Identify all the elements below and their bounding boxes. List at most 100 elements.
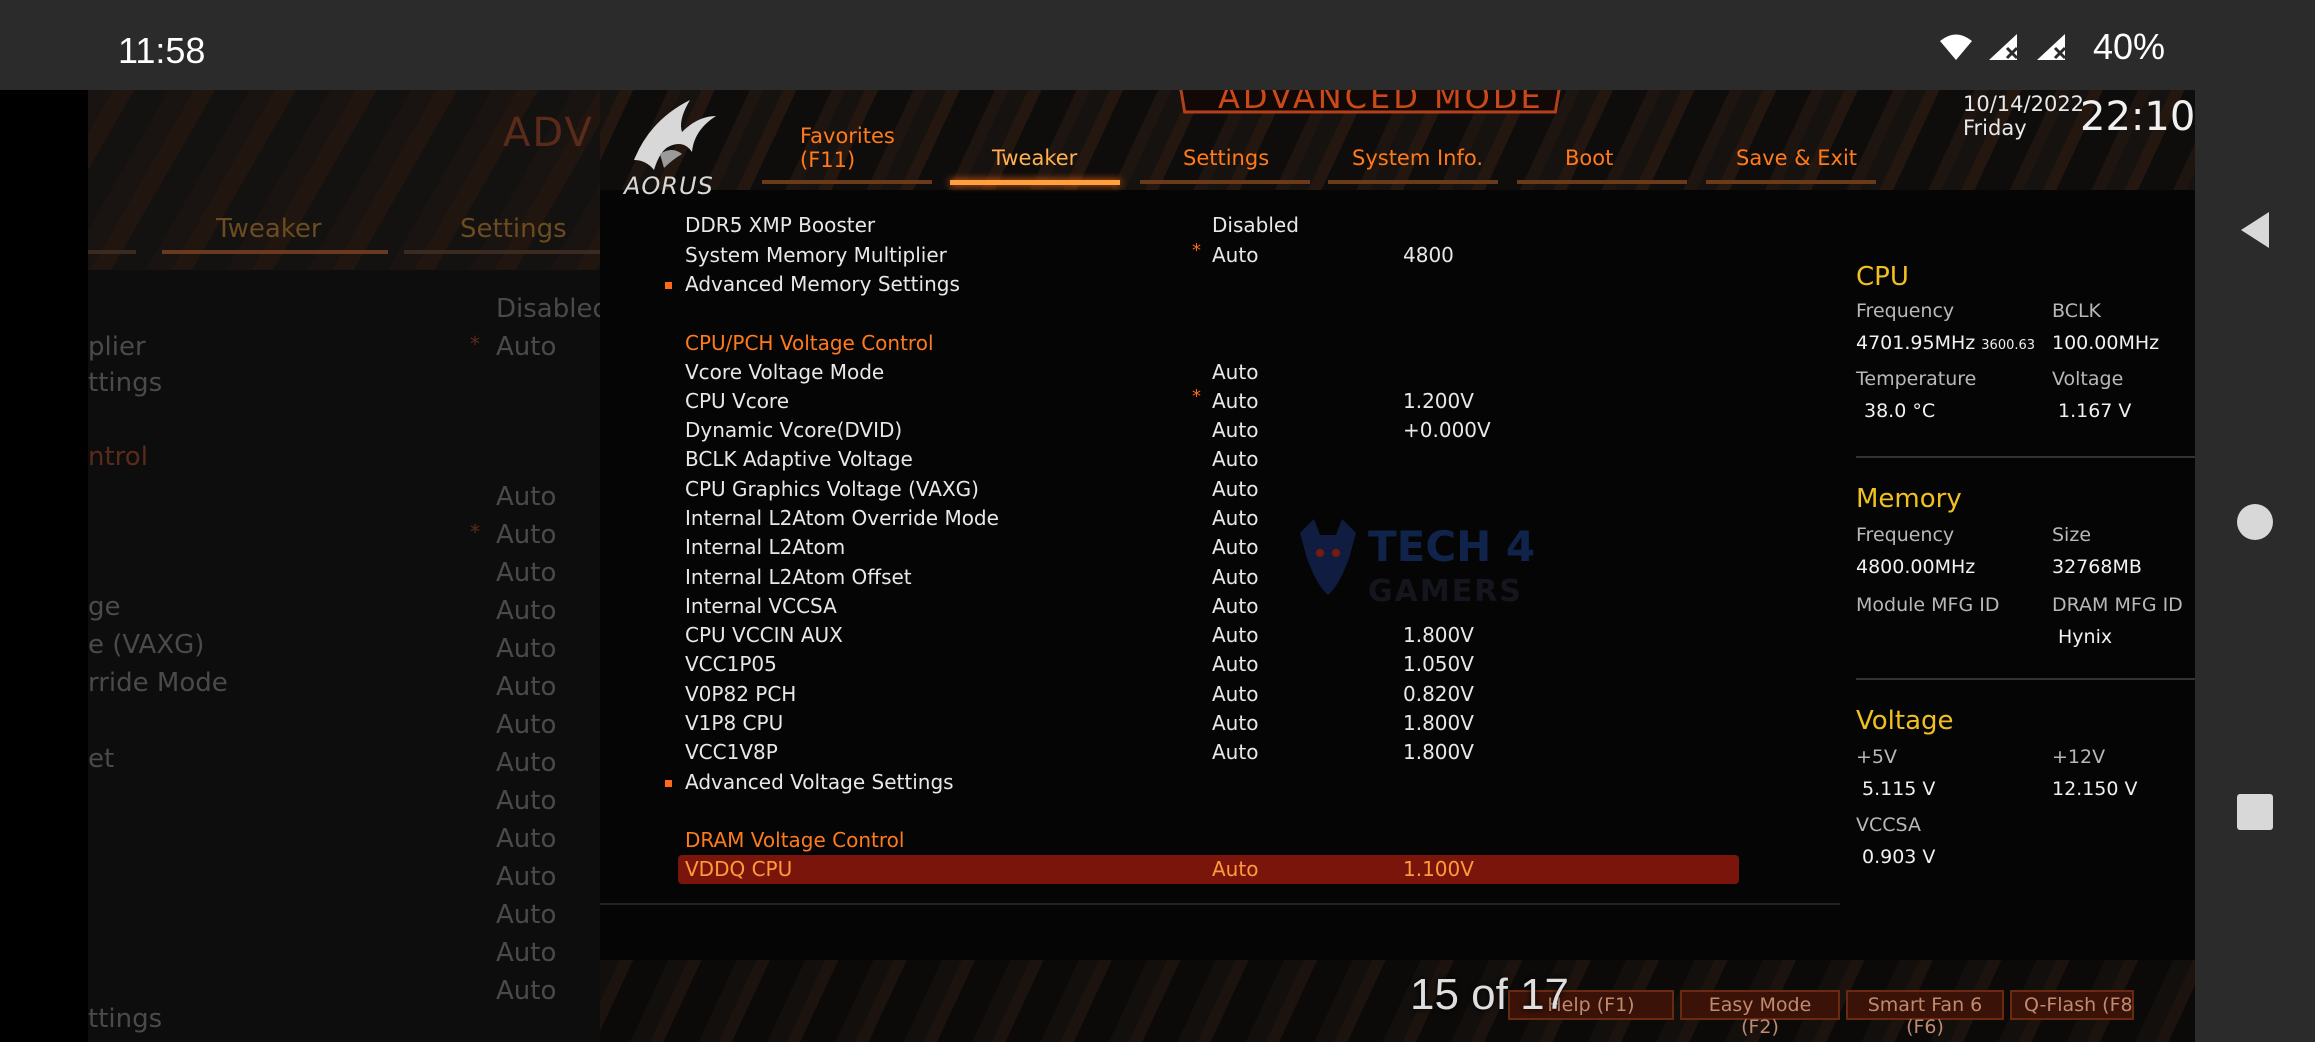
cpu-bclk: 100.00MHz	[2052, 332, 2160, 354]
signal-no-service-icon	[1988, 34, 2018, 60]
setting-label: VCC1V8P	[685, 740, 778, 764]
setting-value: Auto	[1212, 243, 1259, 267]
v5-value: 5.115 V	[1862, 778, 1936, 800]
tab-boot[interactable]: Boot	[1565, 146, 1613, 170]
setting-row-selected[interactable]: VDDQ CPU Auto 1.100V	[678, 855, 1739, 884]
setting-row[interactable]: Internal VCCSA Auto	[685, 592, 1785, 621]
setting-current-value: +0.000V	[1403, 418, 1491, 442]
background-line: ntrol	[88, 442, 148, 472]
home-icon[interactable]	[2233, 500, 2277, 544]
setting-row[interactable]: DDR5 XMP Booster Disabled	[685, 211, 1785, 240]
tab-system-info[interactable]: System Info.	[1352, 146, 1483, 170]
tab-save-exit[interactable]: Save & Exit	[1736, 146, 1857, 170]
setting-row[interactable]: Internal L2Atom Override Mode Auto	[685, 504, 1785, 533]
background-value: Auto	[496, 786, 557, 816]
setting-label: CPU Graphics Voltage (VAXG)	[685, 477, 979, 501]
setting-label: VCC1P05	[685, 652, 777, 676]
day-text: Friday	[1963, 116, 2027, 140]
setting-value: Auto	[1212, 682, 1259, 706]
setting-row[interactable]: V0P82 PCH Auto 0.820V	[685, 680, 1785, 709]
background-value: Auto	[496, 332, 557, 362]
date-text: 10/14/2022	[1963, 92, 2085, 116]
voltage-title: Voltage	[1856, 706, 1954, 736]
setting-value: Auto	[1212, 623, 1259, 647]
cpu-frequency-secondary: 3600.63	[1981, 338, 2036, 353]
setting-current-value: 1.050V	[1403, 652, 1474, 676]
background-value: Auto	[496, 900, 557, 930]
logo-text: AORUS	[624, 172, 714, 200]
tab-tweaker[interactable]: Tweaker	[992, 146, 1077, 170]
setting-label: VDDQ CPU	[685, 857, 793, 881]
background-value: Auto	[496, 862, 557, 892]
setting-label: Dynamic Vcore(DVID)	[685, 418, 903, 442]
setting-row[interactable]: BCLK Adaptive Voltage Auto	[685, 445, 1785, 474]
section-heading: DRAM Voltage Control	[685, 826, 1785, 855]
setting-row[interactable]: Dynamic Vcore(DVID) Auto +0.000V	[685, 416, 1785, 445]
setting-row[interactable]: Vcore Voltage Mode Auto	[685, 358, 1785, 387]
tab-settings[interactable]: Settings	[1183, 146, 1269, 170]
memory-frequency: 4800.00MHz	[1856, 556, 1976, 578]
setting-current-value: 1.200V	[1403, 389, 1474, 413]
submenu-row[interactable]: Advanced Memory Settings	[665, 270, 1785, 299]
cpu-frequency: 4701.95MHz 3600.63	[1856, 332, 2036, 354]
setting-row[interactable]: CPU Vcore * Auto 1.200V	[685, 386, 1785, 416]
setting-value: Auto	[1212, 740, 1259, 764]
dram-mfg-id-label: DRAM MFG ID	[2052, 594, 2183, 616]
v12-label: +12V	[2052, 746, 2106, 768]
setting-value: Auto	[1212, 535, 1259, 559]
status-icons: 40%	[1939, 26, 2165, 68]
easy-mode-button[interactable]: Easy Mode (F2)	[1680, 990, 1840, 1038]
back-icon[interactable]	[2233, 208, 2277, 252]
setting-label: System Memory Multiplier	[685, 243, 947, 267]
watermark-line1: TECH 4	[1368, 522, 1535, 571]
background-value: Auto	[496, 938, 557, 968]
setting-current-value: 0.820V	[1403, 682, 1474, 706]
bios-footer: Help (F1) Easy Mode (F2) Smart Fan 6 (F6…	[600, 960, 2195, 1042]
setting-row[interactable]: CPU Graphics Voltage (VAXG) Auto	[685, 475, 1785, 504]
setting-row[interactable]: Internal L2Atom Auto	[685, 533, 1785, 562]
battery-level: 40%	[2092, 26, 2165, 67]
setting-value: Auto	[1212, 857, 1259, 881]
background-value: Auto	[496, 482, 557, 512]
setting-current-value: 1.100V	[1403, 857, 1474, 881]
background-line: plier	[88, 332, 146, 362]
setting-value: Auto	[1212, 711, 1259, 735]
section-heading: CPU/PCH Voltage Control	[685, 329, 1785, 358]
smart-fan-button[interactable]: Smart Fan 6 (F6)	[1846, 990, 2004, 1038]
section-label: CPU/PCH Voltage Control	[685, 331, 934, 355]
setting-row[interactable]: Internal L2Atom Offset Auto	[685, 563, 1785, 592]
setting-value: Auto	[1212, 594, 1259, 618]
q-flash-button[interactable]: Q-Flash (F8)	[2010, 990, 2134, 1020]
setting-row[interactable]: VCC1V8P Auto 1.800V	[685, 738, 1785, 767]
cpu-bclk-label: BCLK	[2052, 300, 2102, 322]
submenu-row[interactable]: Advanced Voltage Settings	[665, 768, 1785, 797]
cpu-voltage-label: Voltage	[2052, 368, 2124, 390]
setting-label: Vcore Voltage Mode	[685, 360, 885, 384]
bios-screen: ADVANCED MODE AORUS Favorites (F11) Twea…	[600, 90, 2195, 1042]
recents-icon[interactable]	[2233, 790, 2277, 834]
background-value: Auto	[496, 976, 557, 1006]
dram-mfg-id: Hynix	[2058, 626, 2113, 648]
watermark-line2: GAMERS	[1368, 574, 1523, 609]
background-mode-title: ADV	[503, 110, 594, 156]
setting-value: Auto	[1212, 652, 1259, 676]
date-display: 10/14/2022 Friday	[1963, 92, 2084, 140]
tab-favorites[interactable]: Favorites (F11)	[800, 124, 895, 172]
page-counter: 15 of 17	[1410, 970, 1570, 1019]
setting-label: Internal L2Atom Override Mode	[685, 506, 999, 530]
setting-label: Internal L2Atom	[685, 535, 846, 559]
modified-star-icon: *	[1192, 240, 1201, 261]
modified-star-icon: *	[1192, 386, 1201, 407]
memory-frequency-label: Frequency	[1856, 524, 1955, 546]
setting-row[interactable]: System Memory Multiplier * Auto 4800	[685, 240, 1785, 270]
setting-row[interactable]: VCC1P05 Auto 1.050V	[685, 650, 1785, 679]
setting-current-value: 1.800V	[1403, 623, 1474, 647]
setting-row[interactable]: V1P8 CPU Auto 1.800V	[685, 709, 1785, 738]
status-bar: 11:58 40%	[0, 0, 2195, 90]
setting-label: BCLK Adaptive Voltage	[685, 447, 913, 471]
clock-display: 22:10	[2080, 94, 2195, 140]
list-divider	[600, 903, 1840, 905]
module-mfg-id-label: Module MFG ID	[1856, 594, 2000, 616]
setting-row[interactable]: CPU VCCIN AUX Auto 1.800V	[685, 621, 1785, 650]
cpu-frequency-label: Frequency	[1856, 300, 1955, 322]
